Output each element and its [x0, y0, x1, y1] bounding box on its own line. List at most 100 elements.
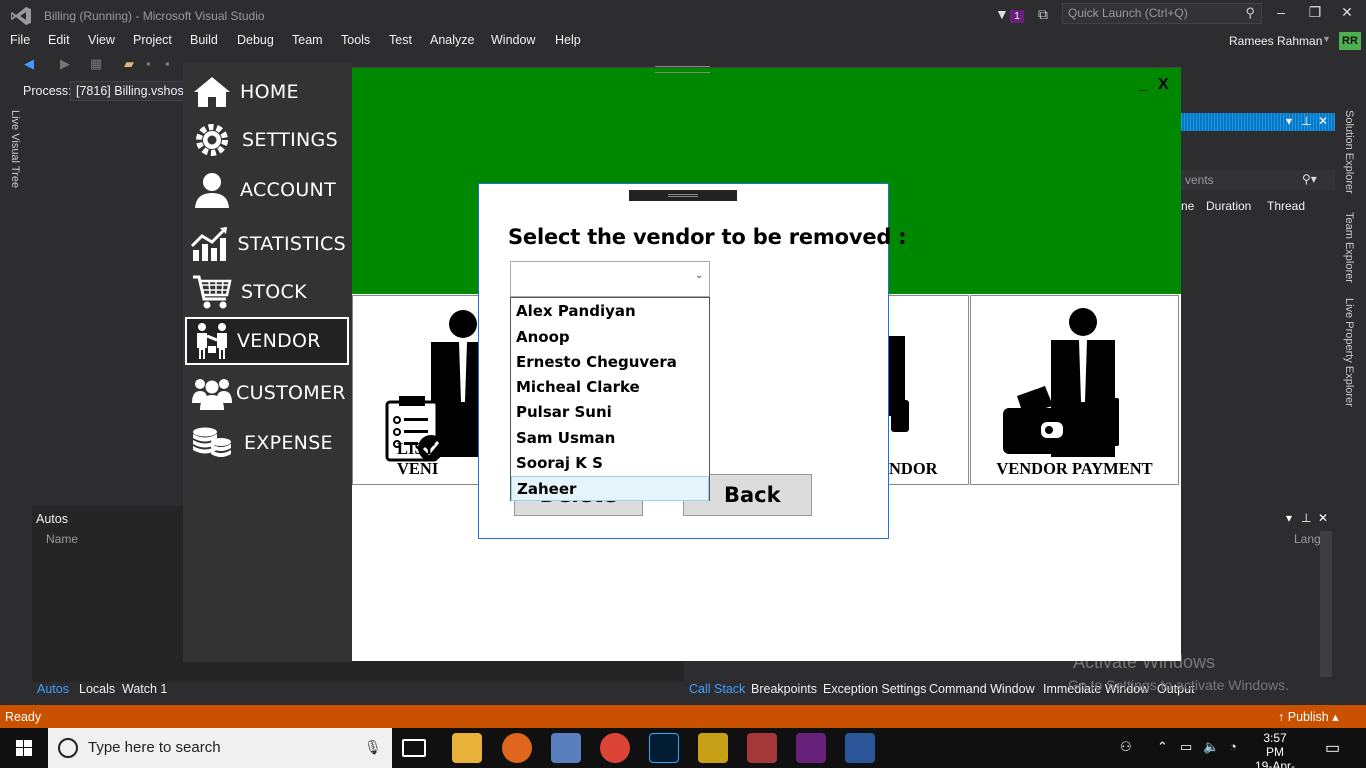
user-name[interactable]: Ramees Rahman: [1229, 34, 1322, 48]
sidebar-item-account[interactable]: ACCOUNT: [190, 168, 346, 212]
card-remove-vendor[interactable]: NDOR: [887, 295, 969, 485]
close-window-button[interactable]: ✕: [1337, 4, 1357, 21]
list-item[interactable]: Alex Pandiyan: [511, 299, 709, 324]
list-item-highlighted[interactable]: Zaheer: [511, 476, 709, 501]
menu-debug[interactable]: Debug: [237, 33, 274, 47]
chevron-down-icon[interactable]: ▼: [1322, 34, 1331, 44]
team-explorer-tab[interactable]: Team Explorer: [1343, 212, 1355, 283]
tab-locals[interactable]: Locals: [79, 682, 115, 696]
taskbar-search-input[interactable]: Type here to search: [48, 728, 392, 768]
menu-window[interactable]: Window: [491, 33, 535, 47]
list-item[interactable]: Micheal Clarke: [511, 375, 709, 400]
quick-launch-input[interactable]: Quick Launch (Ctrl+Q) ⚲: [1062, 3, 1262, 24]
live-visual-tree-tab[interactable]: Live Visual Tree: [9, 110, 21, 188]
paint-icon[interactable]: [551, 733, 581, 763]
menu-project[interactable]: Project: [133, 33, 172, 47]
windows-start-icon[interactable]: [0, 728, 48, 768]
notification-badge[interactable]: 1: [1010, 10, 1024, 23]
forward-icon[interactable]: ▶: [60, 56, 70, 72]
sidebar-item-expense[interactable]: EXPENSE: [190, 421, 346, 465]
column-header-name[interactable]: Name: [46, 532, 78, 546]
billing-app-taskbar-icon[interactable]: [845, 733, 875, 763]
app-close-button[interactable]: X: [1158, 76, 1169, 94]
sidebar-item-customer[interactable]: CUSTOMER: [190, 371, 346, 415]
list-item[interactable]: Anoop: [511, 325, 709, 350]
solution-explorer-tab[interactable]: Solution Explorer: [1343, 110, 1355, 194]
tab-command-window[interactable]: Command Window: [929, 682, 1035, 696]
people-icon[interactable]: ⚇: [1120, 739, 1132, 755]
app-minimize-button[interactable]: _: [1139, 76, 1147, 93]
grip-icon: [668, 194, 698, 197]
scrollbar[interactable]: [1320, 531, 1332, 677]
close-icon[interactable]: ✕: [1318, 511, 1328, 525]
chevron-up-icon[interactable]: ⌃: [1157, 739, 1168, 755]
battery-icon[interactable]: ▭: [1180, 739, 1192, 755]
column-header-name[interactable]: ne: [1181, 199, 1194, 213]
sidebar-item-stock[interactable]: STOCK: [190, 270, 346, 314]
column-header-lang[interactable]: Lang: [1294, 532, 1321, 546]
sidebar-item-statistics[interactable]: STATISTICS: [190, 222, 346, 266]
action-center-icon[interactable]: ▭: [1325, 738, 1340, 758]
avatar[interactable]: RR: [1339, 32, 1361, 50]
tab-autos[interactable]: Autos: [37, 682, 69, 696]
menu-team[interactable]: Team: [292, 33, 323, 47]
menu-build[interactable]: Build: [190, 33, 218, 47]
save-all-icon[interactable]: ▪: [165, 56, 170, 71]
clock[interactable]: 3:57 PM 19-Apr-18: [1255, 731, 1295, 768]
maximize-button[interactable]: ❐: [1305, 4, 1325, 21]
sidebar-item-home[interactable]: HOME: [190, 70, 346, 114]
list-item[interactable]: Sam Usman: [511, 426, 709, 451]
save-icon[interactable]: ▪: [146, 56, 151, 71]
sidebar-item-settings[interactable]: SETTINGS: [190, 118, 346, 162]
back-icon[interactable]: ◀: [24, 56, 34, 72]
chrome-icon[interactable]: [600, 733, 630, 763]
file-explorer-icon[interactable]: [452, 733, 482, 763]
tab-breakpoints[interactable]: Breakpoints: [751, 682, 817, 696]
visual-studio-taskbar-icon[interactable]: [796, 733, 826, 763]
access-icon[interactable]: [747, 733, 777, 763]
menu-edit[interactable]: Edit: [48, 33, 70, 47]
menu-file[interactable]: File: [10, 33, 30, 47]
tab-exception-settings[interactable]: Exception Settings: [823, 682, 927, 696]
card-label: LIST VENI: [397, 439, 439, 478]
list-item[interactable]: Ernesto Cheguvera: [511, 350, 709, 375]
card-vendor-payment[interactable]: VENDOR PAYMENT: [970, 295, 1179, 485]
menu-tools[interactable]: Tools: [341, 33, 370, 47]
microphone-icon[interactable]: 🎙: [364, 739, 382, 756]
menu-help[interactable]: Help: [555, 33, 581, 47]
tab-call-stack[interactable]: Call Stack: [689, 682, 745, 696]
sidebar-item-vendor[interactable]: VENDOR: [185, 317, 349, 365]
new-project-icon[interactable]: ▦: [90, 56, 102, 72]
volume-icon[interactable]: 🔈: [1203, 739, 1219, 755]
minimize-button[interactable]: –: [1271, 4, 1291, 20]
column-header-thread[interactable]: Thread: [1267, 199, 1305, 213]
photoshop-icon[interactable]: [649, 733, 679, 763]
feedback-icon[interactable]: ⧉: [1038, 6, 1048, 23]
column-header-duration[interactable]: Duration: [1206, 199, 1251, 213]
chevron-down-icon[interactable]: ⌄: [695, 270, 703, 281]
window-menu-icon[interactable]: ▾: [1286, 114, 1292, 128]
filter-icon[interactable]: ▼: [995, 6, 1009, 22]
live-property-explorer-tab[interactable]: Live Property Explorer: [1343, 298, 1355, 407]
task-view-icon[interactable]: [402, 739, 426, 757]
firefox-icon[interactable]: [502, 733, 532, 763]
wifi-icon[interactable]: ◔: [1229, 739, 1237, 754]
list-item[interactable]: Sooraj K S: [511, 451, 709, 476]
vendor-select[interactable]: [510, 261, 710, 297]
process-select[interactable]: [7816] Billing.vshost.: [70, 81, 188, 101]
open-folder-icon[interactable]: ▰: [124, 56, 134, 72]
menu-test[interactable]: Test: [389, 33, 412, 47]
window-menu-icon[interactable]: ▾: [1286, 511, 1292, 525]
pin-icon[interactable]: ⊥: [1301, 511, 1311, 525]
publish-button[interactable]: ↑ Publish ▴: [1278, 709, 1338, 724]
card-list-vendor[interactable]: LIST VENI: [352, 295, 483, 485]
close-icon[interactable]: ✕: [1318, 114, 1328, 128]
tab-watch-1[interactable]: Watch 1: [122, 682, 167, 696]
menu-analyze[interactable]: Analyze: [430, 33, 474, 47]
list-item[interactable]: Pulsar Suni: [511, 400, 709, 425]
search-icon[interactable]: ⚲▾: [1302, 172, 1317, 186]
drag-handle[interactable]: [655, 66, 710, 73]
pin-icon[interactable]: ⊥: [1301, 114, 1311, 128]
game-app-icon[interactable]: [698, 733, 728, 763]
menu-view[interactable]: View: [88, 33, 115, 47]
